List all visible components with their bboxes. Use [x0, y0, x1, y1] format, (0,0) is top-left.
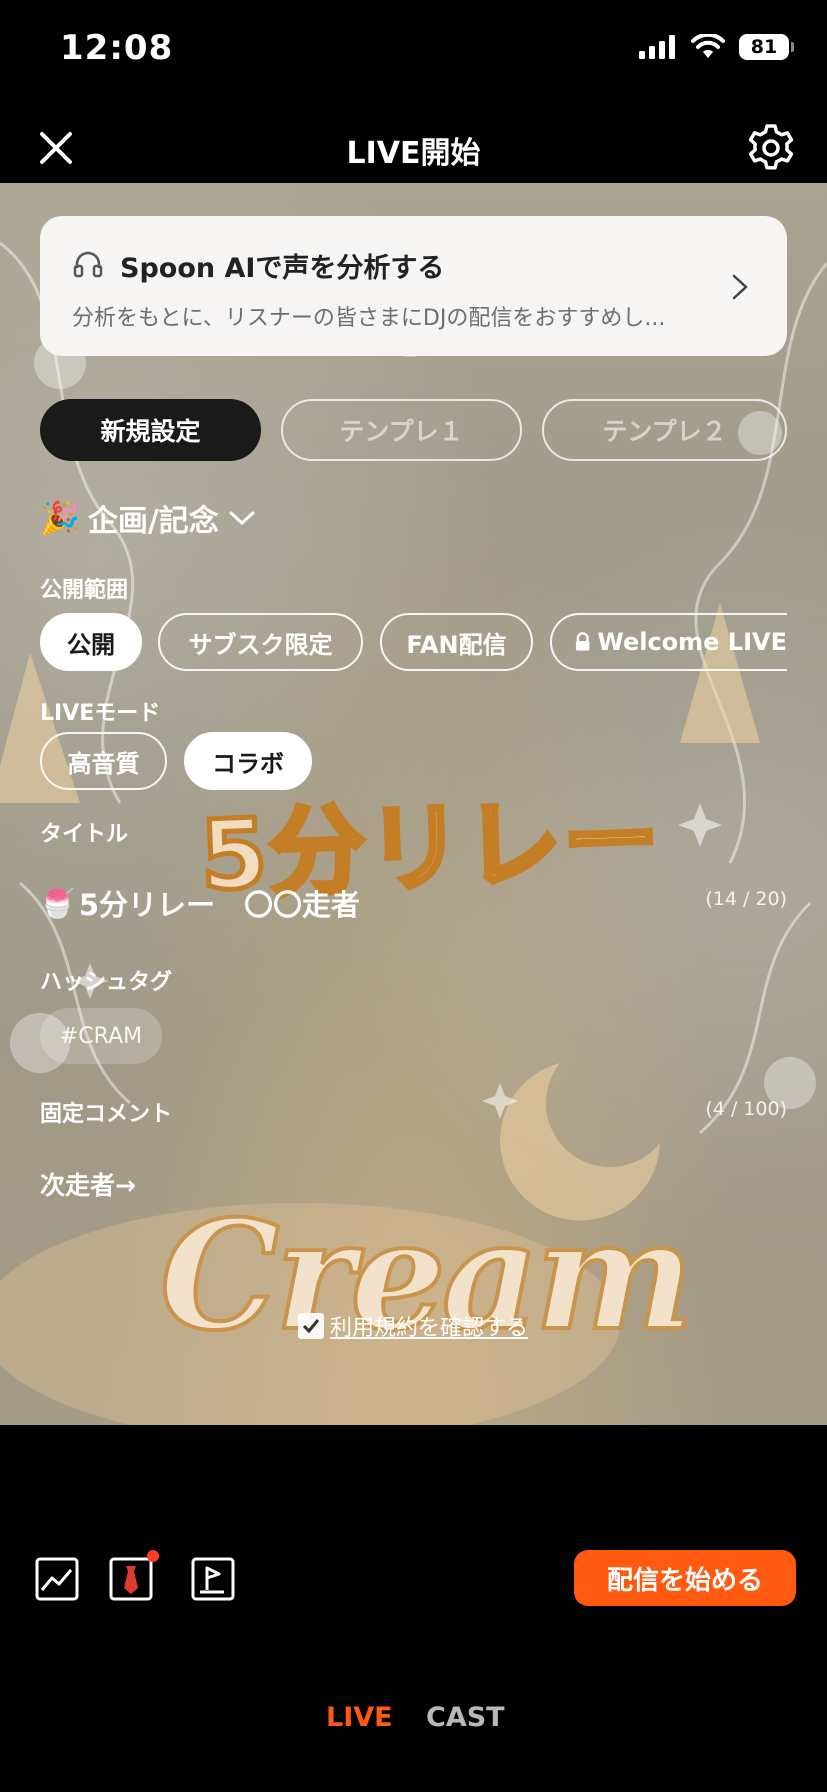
image-icon[interactable]	[34, 1556, 80, 1602]
pinned-comment-input[interactable]: 次走者→	[40, 1166, 136, 1202]
start-broadcast-button[interactable]: 配信を始める	[574, 1550, 796, 1606]
tab-template-2[interactable]: テンプレ２	[542, 399, 787, 461]
pinned-comment-counter: (4 / 100)	[705, 1098, 787, 1120]
title-input[interactable]: 🍧 5分リレー 〇〇走者	[40, 882, 360, 924]
live-mode-option-high-quality[interactable]: 高音質	[40, 732, 167, 790]
tab-new-settings[interactable]: 新規設定	[40, 399, 261, 461]
lock-icon	[575, 632, 590, 651]
ai-analysis-card[interactable]: Spoon AIで声を分析する 分析をもとに、リスナーの皆さまにDJの配信をおす…	[40, 216, 787, 356]
status-indicators: 81	[639, 34, 794, 60]
tie-icon[interactable]	[108, 1556, 154, 1602]
header: LIVE開始	[0, 110, 827, 184]
music-icon[interactable]	[190, 1556, 236, 1602]
tab-live[interactable]: LIVE	[326, 1702, 393, 1733]
title-label: タイトル	[40, 822, 129, 847]
pinned-comment-label: 固定コメント	[40, 1102, 173, 1127]
battery-indicator: 81	[739, 34, 794, 60]
hashtag-chip[interactable]: #CRAM	[40, 1008, 162, 1064]
hashtag-label: ハッシュタグ	[40, 970, 173, 995]
visibility-option-subscription[interactable]: サブスク限定	[158, 613, 363, 671]
title-value: 5分リレー 〇〇走者	[78, 888, 361, 922]
title-counter: (14 / 20)	[705, 888, 787, 910]
page-title: LIVE開始	[346, 136, 481, 171]
notification-dot	[147, 1550, 159, 1562]
welcome-live-label: Welcome LIVE	[597, 628, 787, 656]
chevron-right-icon	[732, 274, 748, 300]
status-time: 12:08	[60, 28, 174, 68]
live-mode-option-collab[interactable]: コラボ	[184, 732, 312, 790]
ai-card-title: Spoon AIで声を分析する	[120, 253, 445, 284]
chevron-down-icon	[229, 511, 255, 526]
party-popper-icon: 🎉	[40, 499, 80, 537]
wifi-icon	[691, 34, 725, 58]
ai-card-description: 分析をもとに、リスナーの皆さまにDJの配信をおすすめし...	[72, 306, 666, 331]
headphone-icon	[73, 251, 103, 278]
terms-link[interactable]: 利用規約を確認する	[330, 1310, 528, 1342]
visibility-option-welcome-live[interactable]: Welcome LIVE	[550, 613, 787, 671]
terms-checkbox[interactable]: 利用規約を確認する	[298, 1310, 528, 1342]
live-mode-label: LIVEモード	[40, 701, 161, 726]
gear-icon[interactable]	[745, 122, 797, 174]
tab-cast[interactable]: CAST	[426, 1702, 505, 1733]
category-label: 企画/記念	[87, 504, 219, 539]
check-icon	[298, 1313, 324, 1339]
visibility-option-fan[interactable]: FAN配信	[380, 613, 533, 671]
category-selector[interactable]: 🎉 企画/記念	[40, 496, 257, 540]
tab-template-1[interactable]: テンプレ１	[281, 399, 522, 461]
signal-icon	[639, 35, 675, 59]
status-bar: 12:08 81	[0, 0, 827, 100]
visibility-label: 公開範囲	[40, 578, 129, 603]
visibility-option-public[interactable]: 公開	[40, 613, 142, 671]
ice-cream-icon: 🍧	[40, 886, 75, 920]
